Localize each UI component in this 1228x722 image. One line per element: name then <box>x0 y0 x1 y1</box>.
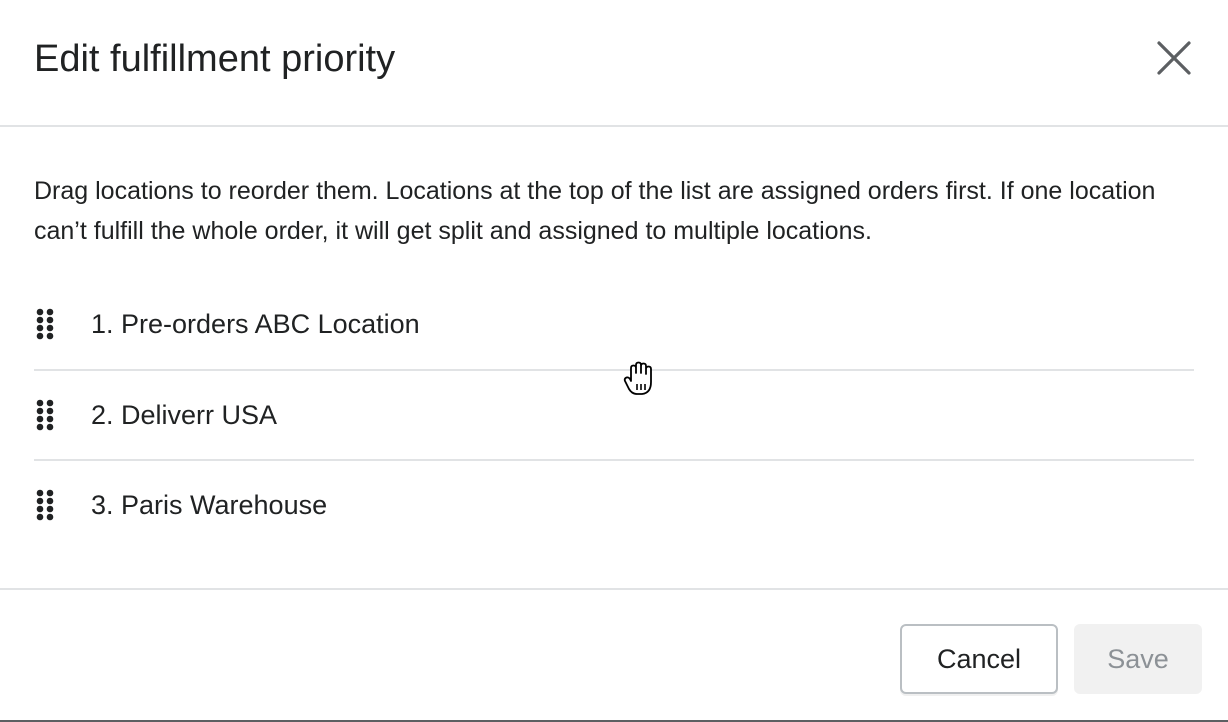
instructions-text: Drag locations to reorder them. Location… <box>34 177 1156 245</box>
location-label: 2. Deliverr USA <box>91 400 278 430</box>
save-button[interactable]: Save <box>1074 624 1202 694</box>
cancel-button[interactable]: Cancel <box>900 624 1058 694</box>
modal-body: Drag locations to reorder them. Location… <box>0 127 1228 588</box>
modal-footer: Cancel Save <box>0 588 1228 720</box>
location-item-paris-warehouse[interactable]: 3. Paris Warehouse <box>34 459 1194 549</box>
location-label: 1. Pre-orders ABC Location <box>91 309 420 339</box>
location-priority-list: 1. Pre-orders ABC Location 2. Deliverr U… <box>34 279 1194 549</box>
drag-handle-icon[interactable] <box>34 395 74 435</box>
modal-header: Edit fulfillment priority <box>0 0 1228 127</box>
close-icon <box>1157 41 1191 75</box>
drag-handle-icon[interactable] <box>34 485 74 525</box>
modal-title: Edit fulfillment priority <box>34 38 396 80</box>
drag-handle-icon[interactable] <box>34 304 74 344</box>
edit-fulfillment-priority-modal: Edit fulfillment priority Drag locations… <box>0 0 1228 722</box>
location-item-deliverr-usa[interactable]: 2. Deliverr USA <box>34 369 1194 459</box>
location-label: 3. Paris Warehouse <box>91 490 328 520</box>
close-button[interactable] <box>1152 36 1196 80</box>
location-item-pre-orders-abc[interactable]: 1. Pre-orders ABC Location <box>34 279 1194 369</box>
